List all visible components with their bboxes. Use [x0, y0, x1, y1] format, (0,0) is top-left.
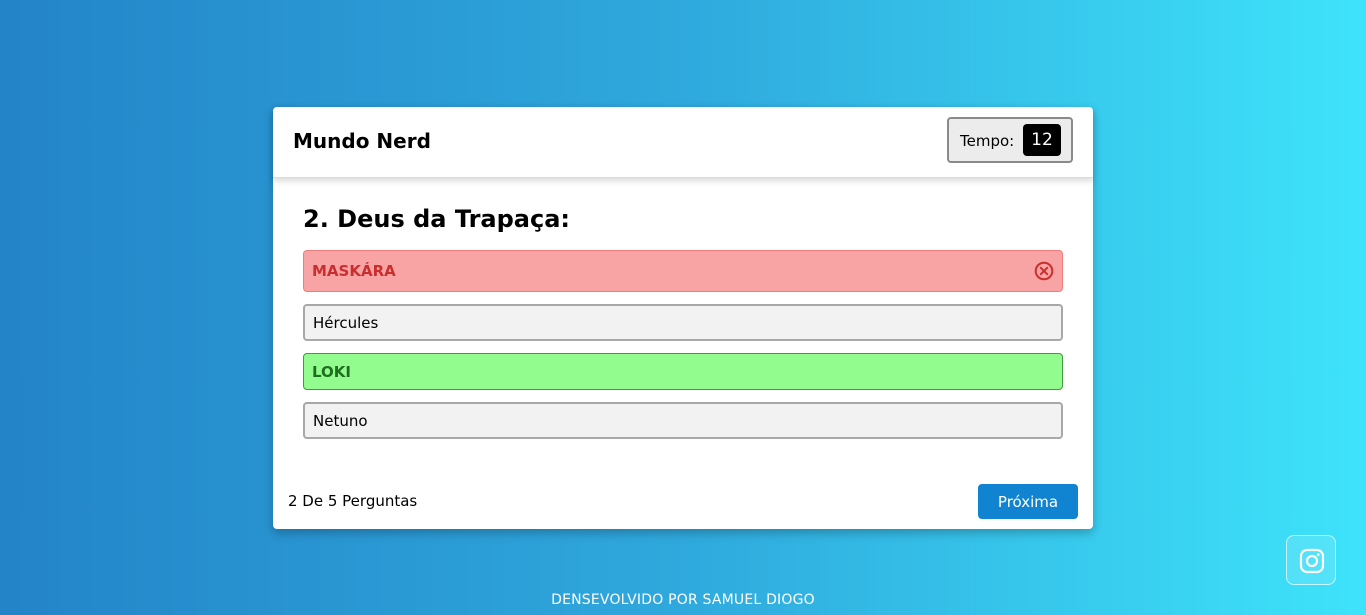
option-label: LOKI: [312, 362, 351, 381]
instagram-button[interactable]: [1286, 535, 1336, 585]
question-progress: 2 De 5 Perguntas: [288, 492, 418, 510]
option-label: MASKÁRA: [312, 262, 396, 280]
timer-box: Tempo: 12: [947, 117, 1073, 163]
question-text: 2. Deus da Trapaça:: [303, 205, 570, 233]
option-wrong-answer[interactable]: MASKÁRA: [303, 250, 1063, 292]
close-circle-icon: [1034, 261, 1054, 281]
option-answer[interactable]: Hércules: [303, 304, 1063, 341]
timer-value: 12: [1023, 124, 1061, 156]
quiz-title: Mundo Nerd: [293, 129, 431, 153]
option-label: Hércules: [313, 313, 379, 332]
next-button[interactable]: Próxima: [978, 484, 1078, 519]
timer-label: Tempo:: [960, 132, 1015, 150]
option-answer[interactable]: Netuno: [303, 402, 1063, 439]
instagram-icon: [1299, 548, 1325, 574]
quiz-header: Mundo Nerd Tempo: 12: [273, 107, 1093, 178]
option-correct-answer[interactable]: LOKI: [303, 353, 1063, 390]
footer-credit: DENSEVOLVIDO POR SAMUEL DIOGO: [551, 592, 815, 608]
option-label: Netuno: [313, 411, 368, 430]
quiz-card: Mundo Nerd Tempo: 12 2. Deus da Trapaça:…: [273, 107, 1093, 529]
